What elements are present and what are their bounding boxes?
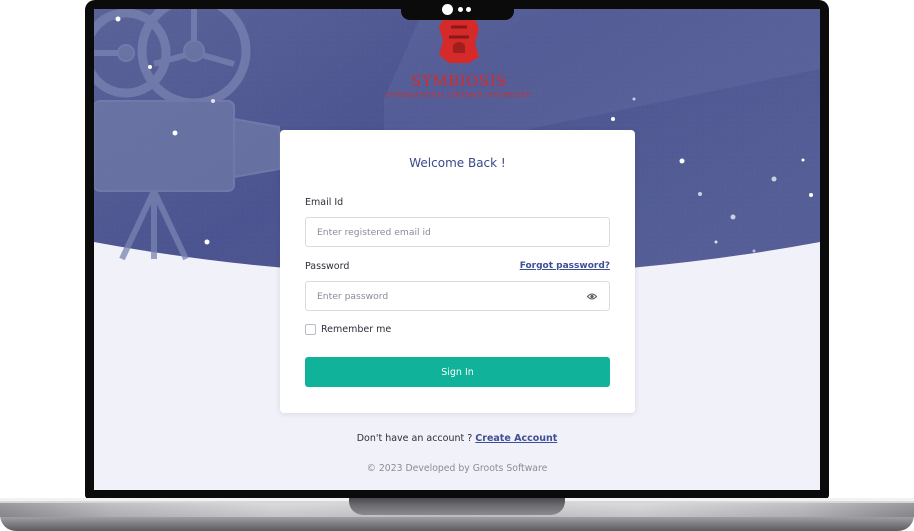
screen: SYMBIOSIS INTERNATIONAL (DEEMED UNIVERSI… [94,9,820,490]
email-field-wrapper [305,217,610,247]
footer-copyright: © 2023 Developed by Groots Software [366,463,548,474]
camera-light-icon [466,7,471,12]
camera-notch [401,0,514,20]
signup-row: Don't have an account ? Create Account [94,433,820,444]
camera-lens-icon [442,4,453,15]
password-field[interactable] [306,282,609,310]
email-label: Email Id [305,197,344,208]
laptop-hinge [349,498,565,515]
password-field-wrapper [305,281,610,311]
sign-in-button[interactable]: Sign In [305,357,610,387]
logo-emblem-icon [439,19,479,63]
brand-subtitle: INTERNATIONAL (DEEMED UNIVERSITY) [385,92,533,99]
camera-sensor-icon [458,7,463,12]
login-title: Welcome Back ! [409,156,506,170]
create-account-link[interactable]: Create Account [475,433,557,444]
signup-prompt: Don't have an account ? [356,433,473,444]
password-label: Password [305,261,350,272]
email-field[interactable] [306,218,609,246]
forgot-password-link[interactable]: Forgot password? [520,261,610,271]
login-card: Welcome Back ! Email Id Password Forgot … [280,130,635,413]
eye-icon[interactable] [587,292,597,301]
remember-me-label[interactable]: Remember me [321,324,391,335]
university-logo: SYMBIOSIS INTERNATIONAL (DEEMED UNIVERSI… [359,19,559,99]
brand-name: SYMBIOSIS [411,72,507,90]
remember-me-checkbox[interactable] [305,324,316,335]
